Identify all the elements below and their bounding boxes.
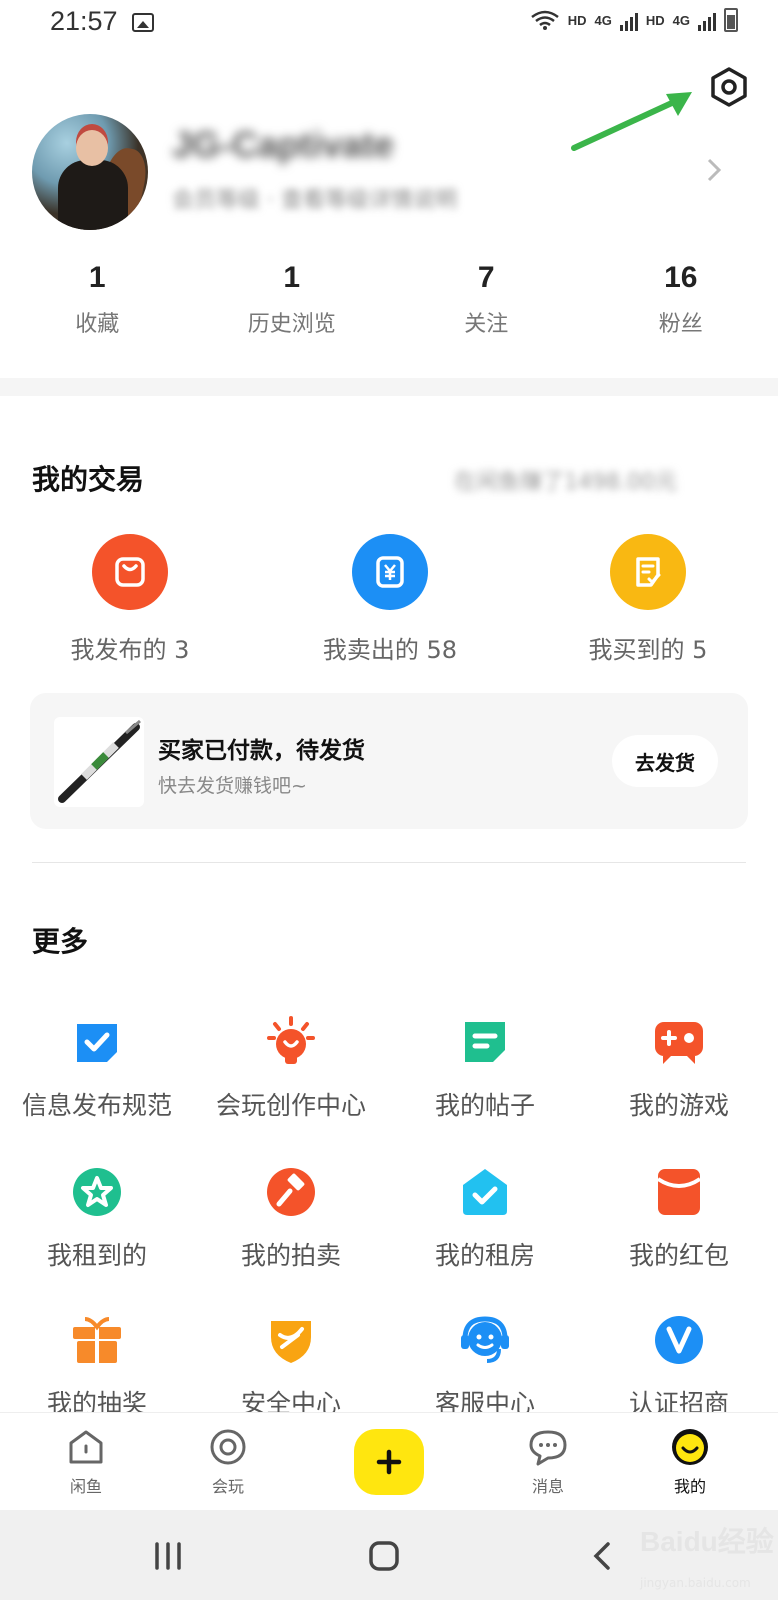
more-item-red-packets[interactable]: 我的红包 [582,1166,776,1272]
home-icon [66,1427,106,1467]
more-item-my-housing[interactable]: 我的租房 [388,1166,582,1272]
recent-apps-icon [155,1542,181,1570]
nav-home[interactable]: 闲鱼 [36,1427,136,1497]
red-packet-icon [653,1166,705,1218]
home-system-button[interactable] [364,1536,404,1576]
signal-icon-1 [619,9,638,31]
bottom-nav: 闲鱼 会玩 消息 我的 [0,1412,778,1510]
order-status-title: 买家已付款，待发货 [158,738,365,764]
pending-shipment-card[interactable]: 买家已付款，待发货 快去发货赚钱吧~ 去发货 [30,693,748,829]
chevron-right-icon[interactable] [704,156,724,184]
rent-star-icon [71,1166,123,1218]
more-item-my-rentals[interactable]: 我租到的 [0,1166,194,1272]
house-check-icon [459,1166,511,1218]
product-thumbnail [54,717,144,807]
annotation-arrow [571,92,692,151]
back-button[interactable] [582,1536,622,1576]
settings-button[interactable] [708,66,750,108]
back-chevron-icon [593,1542,610,1570]
auction-hammer-icon [265,1166,317,1218]
stat-favorites[interactable]: 1 收藏 [0,260,195,338]
more-item-verified-merchant[interactable]: 认证招商 [582,1314,776,1420]
wifi-icon [530,10,559,30]
network-label-2: 4G [672,12,690,28]
baidu-watermark: Baidu经验 [640,1526,774,1557]
more-item-security-center[interactable]: 安全中心 [194,1314,388,1420]
status-time: 21:57 [50,6,118,36]
nav-messages[interactable]: 消息 [498,1427,598,1497]
trade-sold[interactable]: 我卖出的 58 [290,534,490,665]
more-item-my-posts[interactable]: 我的帖子 [388,1016,582,1122]
more-item-my-games[interactable]: 我的游戏 [582,1016,776,1122]
profile-stats: 1 收藏 1 历史浏览 7 关注 16 粉丝 [0,260,778,338]
more-item-customer-service[interactable]: 客服中心 [388,1314,582,1420]
stat-fans[interactable]: 16 粉丝 [584,260,778,338]
baidu-watermark-url: jingyan.baidu.com [640,1576,751,1590]
more-item-my-lottery[interactable]: 我的抽奖 [0,1314,194,1420]
yuan-icon [352,534,428,610]
customer-service-icon [459,1314,511,1366]
verified-v-icon [653,1314,705,1366]
recent-apps-button[interactable] [148,1536,188,1576]
section-separator [0,378,778,396]
hd-label-2: HD [645,12,665,28]
hd-label-1: HD [567,12,587,28]
nav-me[interactable]: 我的 [640,1427,740,1497]
home-square-icon [369,1541,399,1571]
shield-icon [265,1314,317,1366]
avatar[interactable] [32,114,148,230]
gallery-notification-icon [132,13,154,32]
profile-subtitle: 会员等级 · 查看等级详情说明 [172,188,457,213]
status-bar: 21:57 HD 4G HD 4G [0,0,778,48]
publish-button[interactable] [354,1429,424,1495]
trade-section-title: 我的交易 [32,463,145,496]
trade-earnings-text[interactable]: 在闲鱼赚了1498.00元 [454,464,677,496]
profile-name[interactable]: JG-Captivate [172,124,394,166]
stat-following[interactable]: 7 关注 [389,260,584,338]
ship-now-button[interactable]: 去发货 [612,735,718,787]
nav-play[interactable]: 会玩 [178,1427,278,1497]
settings-hexagon-icon [711,67,747,107]
gift-icon [71,1314,123,1366]
plus-icon [376,1449,402,1475]
order-status-subtitle: 快去发货赚钱吧~ [158,775,307,797]
receipt-icon [610,534,686,610]
gamepad-icon [653,1016,705,1068]
trade-published[interactable]: 我发布的 3 [30,534,230,665]
stat-history[interactable]: 1 历史浏览 [195,260,390,338]
more-section-title: 更多 [32,925,89,958]
bag-icon [92,534,168,610]
more-item-creator-center[interactable]: 会玩创作中心 [194,1016,388,1122]
rules-check-icon [71,1016,123,1068]
smile-icon [670,1427,710,1467]
signal-icon-2 [698,9,716,31]
message-icon [528,1427,568,1467]
divider [32,862,746,863]
post-icon [459,1016,511,1068]
more-item-my-auctions[interactable]: 我的拍卖 [194,1166,388,1272]
lightbulb-icon [265,1016,317,1068]
trade-bought[interactable]: 我买到的 5 [548,534,748,665]
battery-icon [724,8,738,32]
more-item-publish-rules[interactable]: 信息发布规范 [0,1016,194,1122]
network-label-1: 4G [594,12,612,28]
play-circle-icon [208,1427,248,1467]
